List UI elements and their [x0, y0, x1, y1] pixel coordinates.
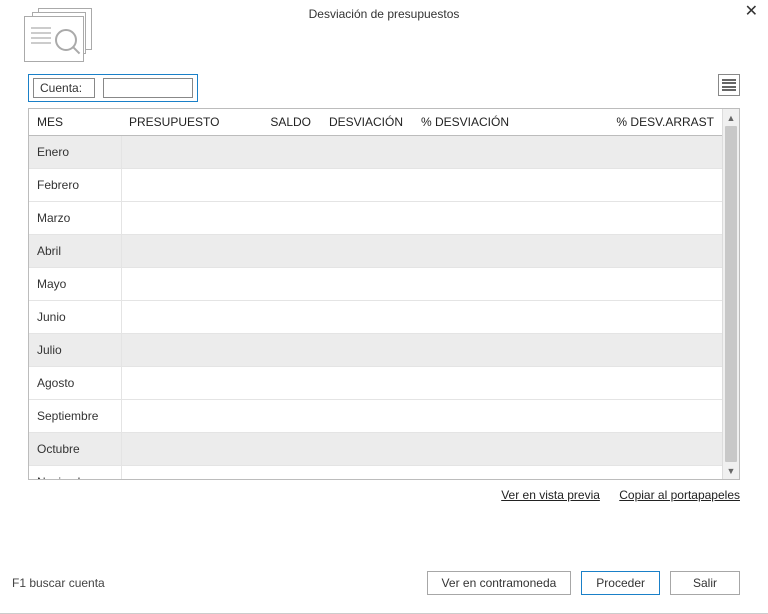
toolbar — [0, 28, 768, 64]
proceder-button[interactable]: Proceder — [581, 571, 660, 595]
cell-mes: Noviembre — [29, 466, 121, 480]
col-header-desviacion[interactable]: DESVIACIÓN — [319, 109, 411, 136]
scroll-up-icon[interactable]: ▲ — [723, 109, 739, 126]
table-header-row: MES PRESUPUESTO SALDO DESVIACIÓN % DESVI… — [29, 109, 722, 136]
cell-mes: Septiembre — [29, 400, 121, 433]
scroll-down-icon[interactable]: ▼ — [723, 462, 739, 479]
table-row[interactable]: Marzo — [29, 202, 722, 235]
salir-button[interactable]: Salir — [670, 571, 740, 595]
table-row[interactable]: Noviembre — [29, 466, 722, 480]
table-row[interactable]: Enero — [29, 136, 722, 169]
cell-mes: Febrero — [29, 169, 121, 202]
titlebar: Desviación de presupuestos ✕ — [0, 0, 768, 28]
table-row[interactable]: Agosto — [29, 367, 722, 400]
table-row[interactable]: Octubre — [29, 433, 722, 466]
window-title: Desviación de presupuestos — [309, 7, 460, 21]
footer-buttons: Ver en contramoneda Proceder Salir — [427, 571, 740, 595]
preview-link[interactable]: Ver en vista previa — [501, 488, 600, 502]
filter-row: Cuenta: — [0, 64, 768, 108]
scroll-thumb[interactable] — [725, 126, 737, 462]
col-header-pct-desviacion[interactable]: % DESVIACIÓN — [411, 109, 517, 136]
window: Desviación de presupuestos ✕ Cuenta: — [0, 0, 768, 614]
cuenta-filter-group: Cuenta: — [28, 74, 198, 102]
table-row[interactable]: Abril — [29, 235, 722, 268]
cell-mes: Agosto — [29, 367, 121, 400]
data-grid: MES PRESUPUESTO SALDO DESVIACIÓN % DESVI… — [28, 108, 740, 480]
footer: F1 buscar cuenta Ver en contramoneda Pro… — [0, 571, 768, 595]
clipboard-link[interactable]: Copiar al portapapeles — [619, 488, 740, 502]
document-preview-icon[interactable] — [18, 8, 98, 58]
cell-mes: Junio — [29, 301, 121, 334]
cell-mes: Abril — [29, 235, 121, 268]
vertical-scrollbar[interactable]: ▲ ▼ — [722, 109, 739, 479]
table-row[interactable]: Septiembre — [29, 400, 722, 433]
cuenta-input[interactable] — [103, 78, 193, 98]
help-hint: F1 buscar cuenta — [12, 576, 105, 590]
col-header-pct-arrast[interactable]: % DESV.ARRAST — [517, 109, 722, 136]
cell-mes: Julio — [29, 334, 121, 367]
cell-mes: Mayo — [29, 268, 121, 301]
close-icon[interactable]: ✕ — [745, 4, 758, 20]
cuenta-label: Cuenta: — [33, 78, 95, 98]
cell-mes: Enero — [29, 136, 121, 169]
table-row[interactable]: Julio — [29, 334, 722, 367]
table-row[interactable]: Mayo — [29, 268, 722, 301]
col-header-presupuesto[interactable]: PRESUPUESTO — [121, 109, 227, 136]
cell-mes: Octubre — [29, 433, 121, 466]
cell-mes: Marzo — [29, 202, 121, 235]
table-row[interactable]: Junio — [29, 301, 722, 334]
col-header-mes[interactable]: MES — [29, 109, 121, 136]
table-body: Enero Febrero Marzo Abril Mayo Junio Jul… — [29, 136, 722, 480]
contramoneda-button[interactable]: Ver en contramoneda — [427, 571, 572, 595]
links-row: Ver en vista previa Copiar al portapapel… — [0, 480, 768, 502]
col-header-saldo[interactable]: SALDO — [227, 109, 319, 136]
table-row[interactable]: Febrero — [29, 169, 722, 202]
list-view-icon[interactable] — [718, 74, 740, 96]
